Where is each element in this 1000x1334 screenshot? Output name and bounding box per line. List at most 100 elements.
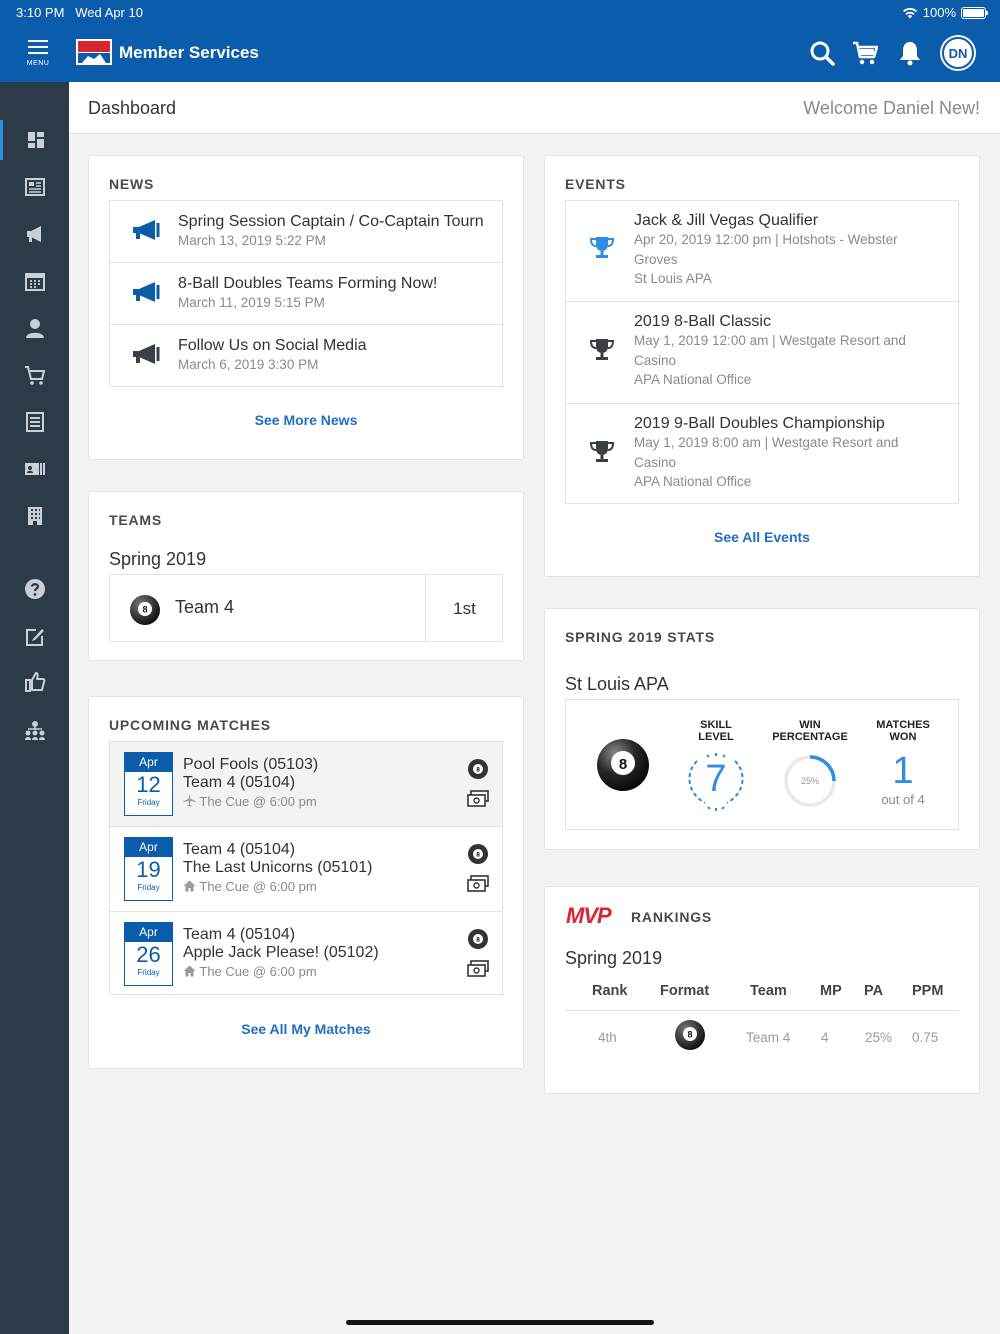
- bell-icon[interactable]: [897, 40, 923, 66]
- sidebar-item-dashboard[interactable]: [0, 120, 69, 160]
- stats-title: SPRING 2019 STATS: [565, 629, 716, 645]
- sidebar-item-rate[interactable]: [0, 662, 69, 702]
- match-item[interactable]: Apr 26 Friday Team 4 (05104) Apple Jack …: [110, 912, 502, 996]
- pa-header: PA: [864, 983, 884, 999]
- matches-won-label: MATCHES WON: [876, 719, 930, 743]
- news-title: NEWS: [109, 176, 155, 192]
- megaphone-icon: [133, 282, 160, 302]
- cart-icon[interactable]: [852, 40, 878, 66]
- match-item[interactable]: Apr 19 Friday Team 4 (05104) The Last Un…: [110, 827, 502, 912]
- event-name: 2019 9-Ball Doubles Championship: [634, 415, 885, 432]
- sidebar-item-shop[interactable]: [0, 355, 69, 395]
- ball-number: 8: [476, 937, 480, 944]
- event-name: Jack & Jill Vegas Qualifier: [634, 212, 819, 229]
- sidebar-item-help[interactable]: [0, 569, 69, 609]
- events-list: Jack & Jill Vegas Qualifier Apr 20, 2019…: [565, 200, 959, 504]
- teams-season: Spring 2019: [109, 549, 207, 569]
- menu-button[interactable]: MENU: [22, 40, 54, 67]
- sidebar-item-member-card[interactable]: [0, 449, 69, 489]
- matches-won-value: 1: [892, 750, 914, 792]
- event-details: May 1, 2019 8:00 am | Westgate Resort an…: [634, 435, 899, 489]
- list-icon: [25, 412, 44, 432]
- news-item-title: Follow Us on Social Media: [178, 337, 367, 354]
- see-all-events-link[interactable]: See All Events: [545, 529, 979, 545]
- matches-list: Apr 12 Friday Pool Fools (05103) Team 4 …: [109, 741, 503, 995]
- trophy-icon: [589, 339, 615, 360]
- eight-ball-icon: 8: [675, 1020, 705, 1050]
- event-details: Apr 20, 2019 12:00 pm | Hotshots - Webst…: [634, 232, 898, 286]
- id-card-icon: [24, 463, 45, 475]
- rankings-card: MVP RANKINGS Spring 2019 Rank Format Tea…: [544, 886, 980, 1094]
- megaphone-icon: [133, 220, 160, 240]
- season-stats-card: SPRING 2019 STATS St Louis APA 8 SKILL LE…: [544, 608, 980, 850]
- eight-ball-icon: 8: [468, 759, 488, 779]
- match-day: 26: [136, 942, 161, 967]
- home-indicator[interactable]: [346, 1320, 654, 1325]
- money-icon[interactable]: [467, 875, 489, 893]
- news-item-date: March 6, 2019 3:30 PM: [178, 357, 319, 372]
- sidebar-item-locations[interactable]: [0, 496, 69, 536]
- sidebar-item-profile[interactable]: [0, 308, 69, 348]
- match-day: 12: [136, 772, 161, 797]
- sidebar-item-organization[interactable]: [0, 710, 69, 750]
- airplane-icon: [183, 794, 196, 807]
- team-rank: 1st: [453, 599, 476, 618]
- money-icon[interactable]: [467, 960, 489, 978]
- event-item[interactable]: Jack & Jill Vegas Qualifier Apr 20, 2019…: [566, 201, 958, 302]
- see-all-matches-link[interactable]: See All My Matches: [89, 1021, 523, 1037]
- match-venue: The Cue @ 6:00 pm: [183, 964, 317, 979]
- sidebar-item-feedback[interactable]: [0, 617, 69, 657]
- mp-header: MP: [820, 983, 842, 999]
- mvp-logo: MVP: [566, 903, 612, 928]
- sidebar-item-announcements[interactable]: [0, 214, 69, 254]
- cart-icon: [24, 366, 45, 385]
- team-row[interactable]: 8 Team 4 1st: [109, 574, 503, 642]
- megaphone-icon: [133, 344, 160, 364]
- sidebar-item-scoresheets[interactable]: [0, 402, 69, 442]
- ranking-team: Team 4: [746, 1030, 791, 1045]
- news-list: Spring Session Captain / Co-Captain Tour…: [109, 200, 503, 387]
- ranking-ppm: 0.75: [912, 1030, 939, 1045]
- match-weekday: Friday: [137, 798, 160, 807]
- ranking-rank: 4th: [598, 1030, 617, 1045]
- event-item[interactable]: 2019 9-Ball Doubles Championship May 1, …: [566, 404, 958, 505]
- person-icon: [25, 319, 44, 338]
- ball-number: 8: [142, 605, 147, 615]
- see-more-news-link[interactable]: See More News: [89, 412, 523, 428]
- team-header: Team: [750, 983, 787, 999]
- rankings-divider: [565, 1010, 959, 1011]
- match-day: 19: [136, 857, 161, 882]
- building-icon: [27, 507, 42, 525]
- ranking-pa: 25%: [865, 1030, 893, 1045]
- skill-level-value: 7: [705, 758, 727, 800]
- status-indicators: 100%: [902, 5, 988, 20]
- megaphone-icon: [26, 226, 41, 242]
- event-details: May 1, 2019 12:00 am | Westgate Resort a…: [634, 333, 906, 387]
- teams-title: TEAMS: [109, 512, 162, 528]
- help-icon: [24, 579, 45, 599]
- money-icon[interactable]: [467, 790, 489, 808]
- match-weekday: Friday: [137, 968, 160, 977]
- match-month: Apr: [125, 923, 172, 942]
- app-bar: 3:10 PM Wed Apr 10 100% MENU Member Serv…: [0, 0, 1000, 82]
- event-item[interactable]: 2019 8-Ball Classic May 1, 2019 12:00 am…: [566, 302, 958, 404]
- sidebar-item-calendar[interactable]: [0, 261, 69, 301]
- news-item[interactable]: 8-Ball Doubles Teams Forming Now! March …: [110, 263, 502, 325]
- rankings-title: RANKINGS: [631, 909, 713, 925]
- calendar-icon: [24, 273, 45, 291]
- match-weekday: Friday: [137, 883, 160, 892]
- format-header: Format: [660, 983, 710, 999]
- search-icon[interactable]: [809, 40, 835, 66]
- apa-logo-icon: [76, 39, 112, 65]
- user-avatar[interactable]: DN: [942, 37, 974, 69]
- matches-won-of: out of 4: [881, 792, 925, 807]
- match-team-2: Team 4 (05104): [183, 774, 296, 791]
- news-item[interactable]: Spring Session Captain / Co-Captain Tour…: [110, 201, 502, 263]
- newspaper-icon: [24, 178, 45, 196]
- thumbs-up-icon: [24, 672, 45, 692]
- team-name: Team 4: [175, 597, 235, 617]
- match-item[interactable]: Apr 12 Friday Pool Fools (05103) Team 4 …: [110, 742, 502, 827]
- sidebar-item-news[interactable]: [0, 167, 69, 207]
- app-title: Member Services: [119, 43, 259, 62]
- news-item[interactable]: Follow Us on Social Media March 6, 2019 …: [110, 325, 502, 387]
